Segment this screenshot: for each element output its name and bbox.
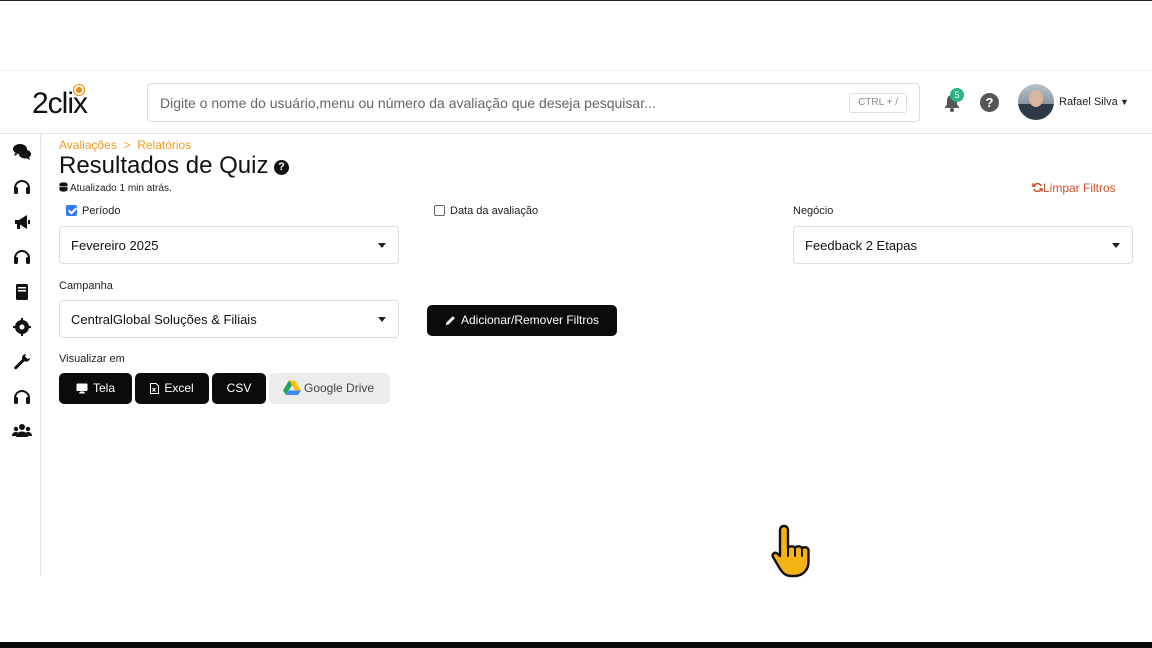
megaphone-icon[interactable]	[12, 212, 32, 232]
view-screen-button[interactable]: Tela	[59, 373, 132, 404]
search-shortcut-hint: CTRL + /	[849, 93, 907, 113]
business-select[interactable]: Feedback 2 Etapas	[793, 226, 1133, 264]
logo-dot	[74, 85, 84, 95]
campaign-select[interactable]: CentralGlobal Soluções & Filiais	[59, 300, 399, 338]
period-checkbox-row[interactable]: Período	[66, 205, 121, 217]
period-select[interactable]: Fevereiro 2025	[59, 226, 399, 264]
pencil-icon	[445, 316, 455, 326]
breadcrumb-evaluations[interactable]: Avaliações	[59, 138, 117, 152]
headset-icon[interactable]	[12, 177, 32, 197]
google-drive-icon	[283, 380, 301, 395]
view-google-drive-label: Google Drive	[304, 381, 375, 395]
date-checkbox-row[interactable]: Data da avaliação	[434, 205, 538, 217]
view-label: Visualizar em	[59, 353, 125, 365]
user-name[interactable]: Rafael Silva	[1059, 96, 1118, 108]
top-header: 2clix CTRL + / 5 ? Rafael Silva ▼	[0, 70, 1152, 134]
file-excel-icon	[150, 383, 160, 394]
breadcrumb: Avaliações > Relatórios	[59, 138, 191, 152]
updated-text: Atualizado 1 min atrás.	[70, 183, 172, 194]
avatar[interactable]	[1018, 84, 1054, 120]
search-box[interactable]: CTRL + /	[147, 83, 920, 122]
hand-pointer-cursor-icon	[771, 524, 810, 578]
business-label: Negócio	[793, 205, 834, 217]
view-excel-button[interactable]: Excel	[135, 373, 209, 404]
bottom-bar	[0, 642, 1152, 648]
main-content: Avaliações > Relatórios Resultados de Qu…	[41, 134, 1152, 576]
app-window: 2clix CTRL + / 5 ? Rafael Silva ▼	[0, 70, 1152, 576]
date-label: Data da avaliação	[450, 205, 539, 217]
chat-bubbles-icon[interactable]	[12, 142, 32, 162]
view-csv-button[interactable]: CSV	[212, 373, 266, 404]
view-csv-label: CSV	[226, 381, 252, 395]
page-title: Resultados de Quiz	[59, 152, 269, 179]
wrench-icon[interactable]	[12, 352, 32, 372]
users-icon[interactable]	[12, 421, 32, 441]
caret-down-icon	[1112, 243, 1120, 248]
refresh-icon	[1032, 182, 1043, 193]
notification-badge: 5	[950, 88, 964, 102]
updated-status: Atualizado 1 min atrás.	[59, 182, 172, 194]
title-help-icon[interactable]: ?	[274, 160, 289, 175]
add-remove-filters-label: Adicionar/Remover Filtros	[460, 313, 600, 327]
book-icon[interactable]	[12, 282, 32, 302]
period-select-value: Fevereiro 2025	[71, 238, 159, 253]
period-label: Período	[82, 205, 121, 217]
headset-icon-3[interactable]	[12, 387, 32, 407]
period-checkbox[interactable]	[66, 205, 77, 216]
avatar-face	[1029, 90, 1043, 107]
view-screen-label: Tela	[92, 381, 115, 395]
view-google-drive-button[interactable]: Google Drive	[269, 373, 390, 404]
campaign-select-value: CentralGlobal Soluções & Filiais	[71, 312, 257, 327]
chevron-down-icon[interactable]: ▼	[1120, 97, 1129, 107]
business-select-value: Feedback 2 Etapas	[805, 238, 918, 253]
caret-down-icon	[378, 317, 386, 322]
monitor-icon	[76, 383, 88, 394]
help-icon[interactable]: ?	[980, 93, 999, 112]
caret-down-icon	[378, 243, 386, 248]
headset-icon-2[interactable]	[12, 247, 32, 267]
clear-filters-button[interactable]: Limpar Filtros	[1032, 181, 1116, 195]
sidebar	[0, 134, 41, 576]
search-input[interactable]	[160, 92, 840, 114]
add-remove-filters-button[interactable]: Adicionar/Remover Filtros	[427, 305, 617, 336]
database-icon	[59, 182, 68, 192]
date-checkbox[interactable]	[434, 205, 445, 216]
breadcrumb-reports[interactable]: Relatórios	[137, 138, 191, 152]
logo[interactable]: 2clix	[32, 85, 112, 121]
clear-filters-label: Limpar Filtros	[1043, 181, 1116, 195]
breadcrumb-separator: >	[123, 138, 131, 152]
view-excel-label: Excel	[164, 381, 194, 395]
top-border	[0, 0, 1152, 1]
gear-head-icon[interactable]	[12, 317, 32, 337]
campaign-label: Campanha	[59, 280, 113, 292]
